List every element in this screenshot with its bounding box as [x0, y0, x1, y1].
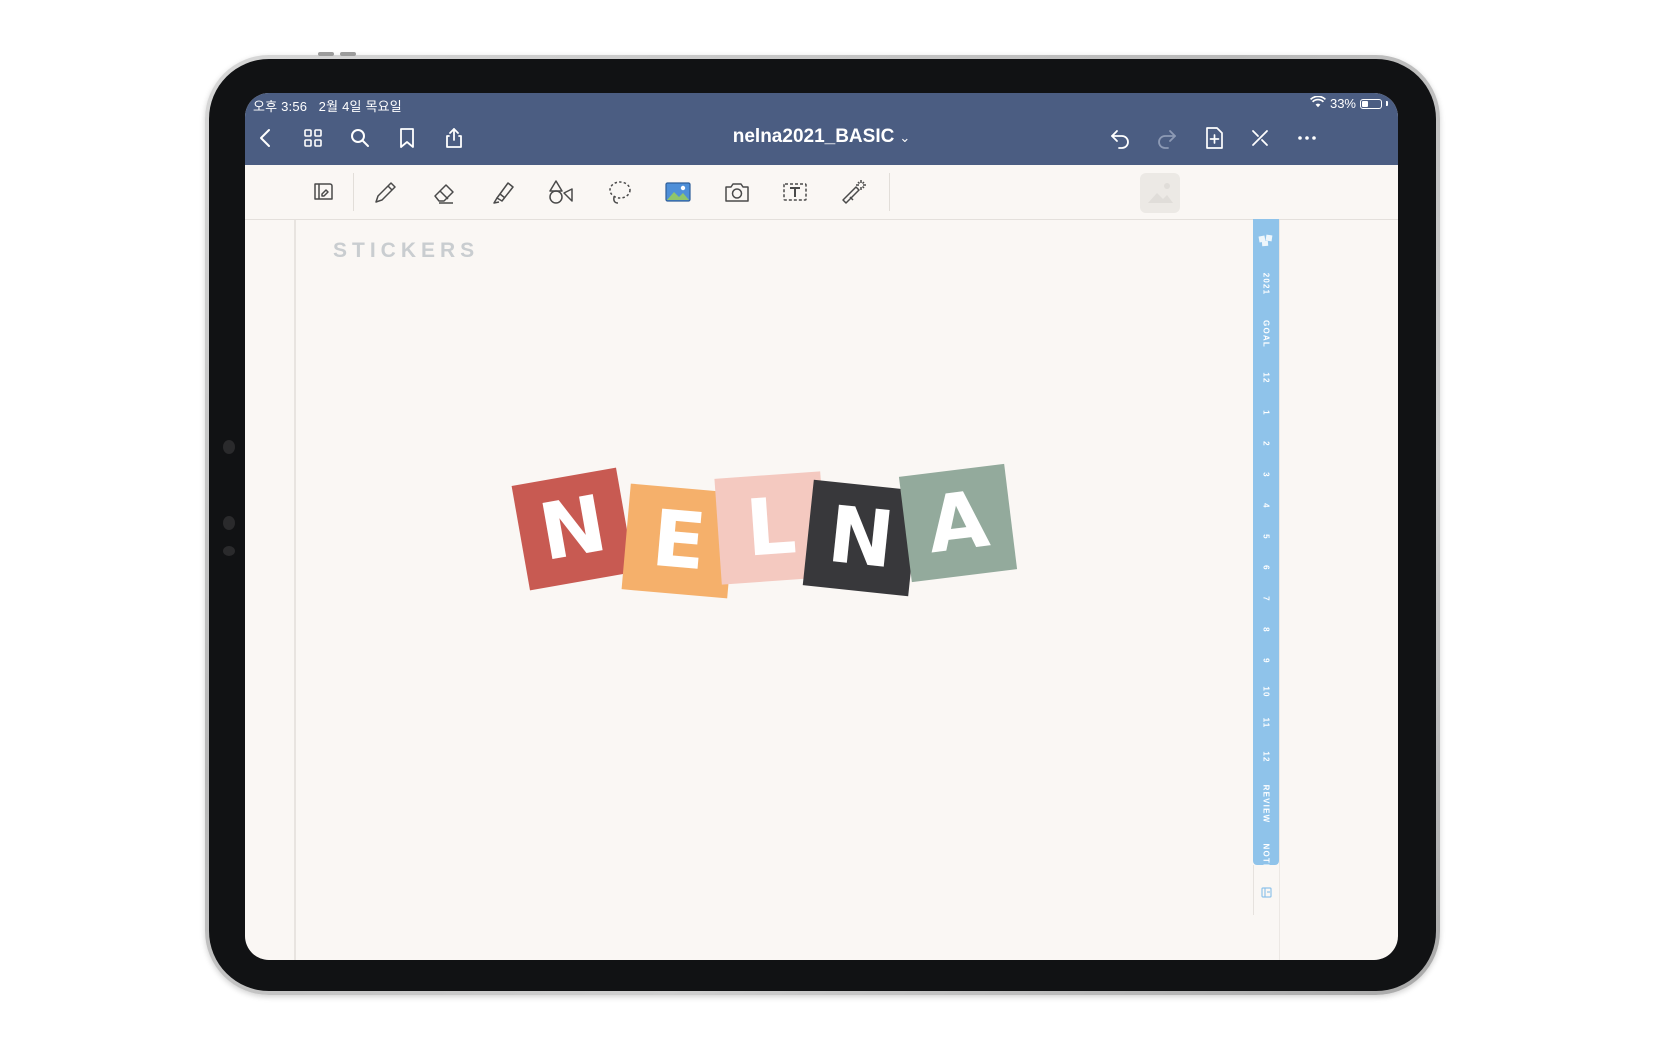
sticker-letter: N — [823, 489, 899, 587]
text-box-icon[interactable] — [777, 174, 813, 210]
tab-month-10[interactable]: 10 — [1253, 676, 1279, 707]
shapes-icon[interactable] — [543, 174, 579, 210]
clock: 오후 3:56 — [253, 99, 308, 114]
lasso-icon[interactable] — [602, 174, 638, 210]
redo-icon[interactable] — [1152, 123, 1182, 153]
image-icon[interactable] — [660, 174, 696, 210]
screen: 오후 3:56 2월 4일 목요일 33% nelna2021_BASIC ⌄ … — [245, 93, 1398, 960]
tab-month-9[interactable]: 9 — [1253, 645, 1279, 676]
image-placeholder-icon[interactable] — [1140, 173, 1180, 213]
highlighter-icon[interactable] — [485, 174, 521, 210]
battery-icon — [1360, 98, 1382, 109]
camera-icon[interactable] — [719, 174, 755, 210]
camera-dot — [223, 516, 235, 530]
tab-month-6[interactable]: 6 — [1253, 552, 1279, 583]
laser-pointer-icon[interactable] — [835, 174, 871, 210]
chevron-down-icon: ⌄ — [899, 130, 911, 145]
sticker-book-icon[interactable] — [1260, 885, 1274, 899]
sticker-tile: N — [511, 467, 635, 591]
tab-month-7[interactable]: 7 — [1253, 583, 1279, 614]
sticker-letter: A — [922, 474, 994, 572]
pen-icon[interactable] — [367, 174, 403, 210]
tab-month-12[interactable]: 12 — [1253, 738, 1279, 776]
tab-goal[interactable]: GOAL — [1253, 309, 1279, 359]
more-options-icon[interactable] — [1292, 123, 1322, 153]
sticker-letter: E — [648, 493, 710, 589]
tab-month-3[interactable]: 3 — [1253, 459, 1279, 490]
toolbar-divider — [889, 173, 890, 211]
drawing-toolbar — [245, 165, 1398, 220]
document-title-text: nelna2021_BASIC — [732, 126, 895, 147]
planner-logo-icon[interactable] — [1258, 233, 1274, 247]
sticker-letter: L — [743, 481, 799, 575]
section-tab-rail: 2021 GOAL 12 1 2 3 4 5 6 7 8 9 10 11 12 … — [1253, 219, 1279, 871]
status-indicators: 33% — [1309, 95, 1388, 111]
camera-dot — [223, 440, 235, 454]
page-heading: STICKERS — [333, 239, 480, 262]
battery-percentage: 33% — [1329, 96, 1356, 111]
hardware-button — [340, 52, 356, 56]
navigation-bar: 오후 3:56 2월 4일 목요일 33% nelna2021_BASIC ⌄ — [245, 93, 1398, 165]
tab-month-12-prev[interactable]: 12 — [1253, 359, 1279, 397]
tab-month-5[interactable]: 5 — [1253, 521, 1279, 552]
section-tab-list: 2021 GOAL 12 1 2 3 4 5 6 7 8 9 10 11 12 … — [1253, 259, 1279, 882]
wifi-icon — [1309, 95, 1326, 111]
camera-dot — [223, 546, 235, 556]
add-page-icon[interactable] — [1199, 123, 1229, 153]
eraser-icon[interactable] — [426, 174, 462, 210]
tab-month-1[interactable]: 1 — [1253, 397, 1279, 428]
status-time: 오후 3:56 2월 4일 목요일 — [253, 96, 402, 115]
tab-2021[interactable]: 2021 — [1253, 259, 1279, 309]
tab-rail-footer — [1253, 865, 1280, 915]
toolbar-divider — [353, 173, 354, 211]
battery-tip — [1386, 101, 1388, 106]
page-margin-line — [294, 220, 296, 960]
tab-month-8[interactable]: 8 — [1253, 614, 1279, 645]
close-toolbar-icon[interactable] — [1245, 123, 1275, 153]
hardware-button — [318, 52, 334, 56]
nelna-sticker[interactable]: N E L N A — [511, 463, 1035, 643]
battery-fill — [1362, 100, 1368, 107]
undo-icon[interactable] — [1105, 123, 1135, 153]
sticker-letter: N — [533, 479, 613, 579]
tab-month-11[interactable]: 11 — [1253, 707, 1279, 738]
tab-month-4[interactable]: 4 — [1253, 490, 1279, 521]
tab-review[interactable]: REVIEW — [1253, 776, 1279, 832]
sticker-tile: A — [898, 463, 1018, 583]
page-edge-line — [1279, 220, 1280, 960]
tab-month-2[interactable]: 2 — [1253, 428, 1279, 459]
read-only-mode-icon[interactable] — [305, 174, 341, 210]
date: 2월 4일 목요일 — [318, 99, 402, 114]
